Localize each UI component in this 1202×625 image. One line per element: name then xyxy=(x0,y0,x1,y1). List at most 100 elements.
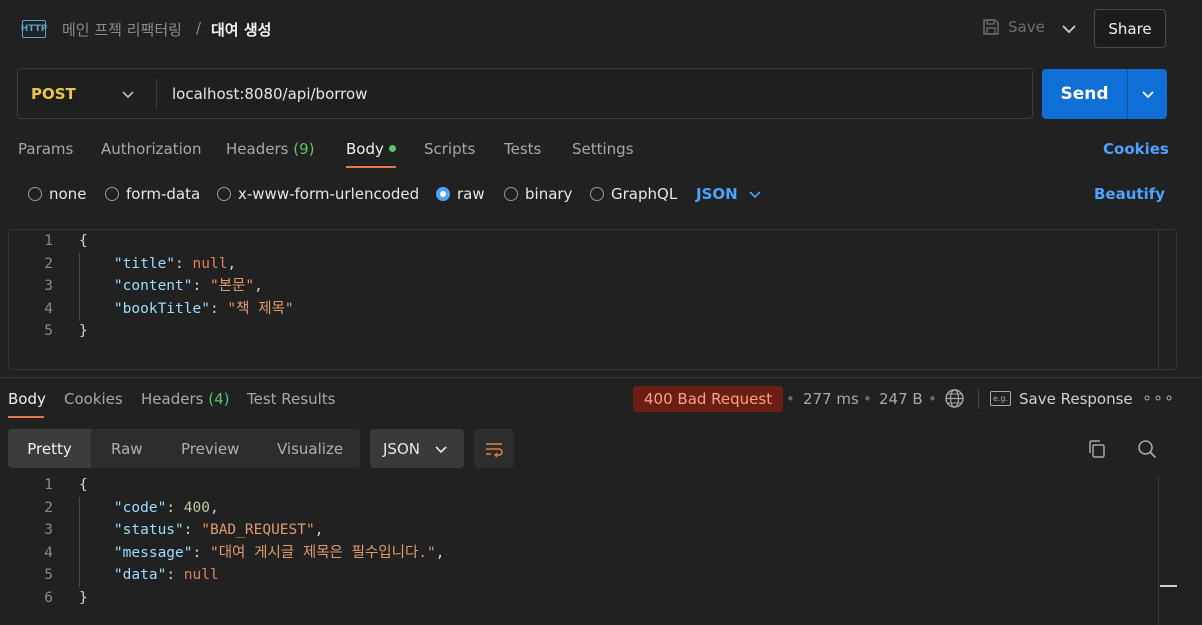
divider xyxy=(978,389,979,409)
line-number: 4 xyxy=(44,300,53,317)
http-request-icon: HTTP xyxy=(21,20,47,38)
tab-body-label: Body xyxy=(346,140,384,158)
line-number: 2 xyxy=(44,499,53,516)
code-line: } xyxy=(79,589,88,606)
editor-scrollbar[interactable] xyxy=(1158,230,1159,369)
radio-binary[interactable]: binary xyxy=(504,185,572,203)
response-headers-label: Headers xyxy=(141,390,204,408)
response-tab-headers[interactable]: Headers (4) xyxy=(141,390,229,408)
line-number: 4 xyxy=(44,544,53,561)
radio-urlencoded[interactable]: x-www-form-urlencoded xyxy=(217,185,419,203)
radio-raw[interactable]: raw xyxy=(436,185,485,203)
tab-headers[interactable]: Headers (9) xyxy=(226,140,314,158)
response-tab-body[interactable]: Body xyxy=(8,390,46,408)
radio-none[interactable]: none xyxy=(28,185,86,203)
separator-dot: • xyxy=(863,390,872,408)
response-headers-count: (4) xyxy=(208,390,230,408)
copy-icon[interactable] xyxy=(1086,438,1108,460)
more-options-icon[interactable]: ∘∘∘ xyxy=(1142,388,1175,407)
chevron-down-icon xyxy=(749,191,761,199)
save-icon xyxy=(983,19,999,35)
view-preview[interactable]: Preview xyxy=(181,429,239,468)
headers-count: (9) xyxy=(293,140,315,158)
share-button[interactable]: Share xyxy=(1094,9,1166,48)
code-line: "data": null xyxy=(113,567,219,583)
chevron-down-icon[interactable] xyxy=(1060,18,1078,40)
response-tab-cookies[interactable]: Cookies xyxy=(64,390,123,408)
tab-params[interactable]: Params xyxy=(18,140,73,158)
code-line: "content": "본문", xyxy=(113,278,263,294)
radio-circle xyxy=(217,187,231,201)
send-options-button[interactable] xyxy=(1127,69,1167,119)
active-tab-underline xyxy=(8,416,44,418)
response-size[interactable]: 247 B xyxy=(879,390,923,408)
line-number: 2 xyxy=(44,255,53,272)
chevron-down-icon xyxy=(435,445,447,453)
body-indicator-dot xyxy=(388,145,396,152)
search-icon[interactable] xyxy=(1136,438,1158,460)
radio-graphql[interactable]: GraphQL xyxy=(590,185,677,203)
body-language-label: JSON xyxy=(696,185,738,203)
tab-body[interactable]: Body xyxy=(346,140,396,158)
example-icon: e.g. xyxy=(990,391,1011,406)
radio-label: GraphQL xyxy=(611,185,678,203)
response-language-select[interactable]: JSON xyxy=(370,429,464,468)
line-number: 3 xyxy=(44,522,53,538)
save-response-button[interactable]: Save Response xyxy=(1019,390,1133,408)
code-line: "status": "BAD_REQUEST", xyxy=(113,522,324,538)
method-select[interactable]: POST xyxy=(31,85,76,103)
separator-dot: • xyxy=(786,390,795,408)
cookies-link[interactable]: Cookies xyxy=(1103,140,1169,158)
separator-dot: • xyxy=(928,390,937,408)
save-label: Save xyxy=(1008,18,1045,36)
line-number: 5 xyxy=(44,323,53,339)
chevron-down-icon xyxy=(1141,91,1154,99)
radio-circle xyxy=(504,187,518,201)
response-time[interactable]: 277 ms xyxy=(803,390,859,408)
radio-label: x-www-form-urlencoded xyxy=(238,185,420,203)
view-raw[interactable]: Raw xyxy=(111,429,143,468)
radio-label: form-data xyxy=(126,185,201,203)
line-number: 1 xyxy=(44,477,53,493)
tab-tests[interactable]: Tests xyxy=(504,140,541,158)
response-language-label: JSON xyxy=(383,439,420,458)
view-pretty[interactable]: Pretty xyxy=(8,429,91,468)
code-line: "title": null, xyxy=(113,255,237,272)
send-button[interactable]: Send xyxy=(1042,69,1127,119)
url-bar xyxy=(17,68,1033,119)
code-line: { xyxy=(79,233,88,249)
pane-splitter[interactable] xyxy=(0,377,1202,378)
radio-form-data[interactable]: form-data xyxy=(105,185,200,203)
radio-circle xyxy=(590,187,604,201)
response-code[interactable]: { "code": 400, "status": "BAD_REQUEST", … xyxy=(79,474,445,609)
status-badge[interactable]: 400 Bad Request xyxy=(633,386,784,412)
active-tab-underline xyxy=(346,166,396,168)
wrap-lines-button[interactable] xyxy=(474,429,514,468)
beautify-button[interactable]: Beautify xyxy=(1094,185,1165,203)
radio-circle-checked xyxy=(436,187,450,201)
chevron-down-icon[interactable] xyxy=(120,86,136,102)
line-number: 5 xyxy=(44,567,53,583)
radio-circle xyxy=(105,187,119,201)
divider xyxy=(156,79,157,109)
request-code[interactable]: { "title": null, "content": "본문", "bookT… xyxy=(79,230,294,343)
response-line-numbers: 1 2 3 4 5 6 xyxy=(33,474,53,609)
body-language-select[interactable]: JSON xyxy=(696,185,762,203)
response-tab-test-results[interactable]: Test Results xyxy=(247,390,335,408)
tab-settings[interactable]: Settings xyxy=(572,140,634,158)
line-number: 1 xyxy=(44,233,53,249)
breadcrumb-collection[interactable]: 메인 프젝 리팩터링 xyxy=(62,19,182,40)
tab-scripts[interactable]: Scripts xyxy=(424,140,475,158)
response-scrollbar[interactable] xyxy=(1158,476,1159,625)
save-button[interactable]: Save xyxy=(982,18,1045,36)
globe-icon[interactable] xyxy=(944,388,965,409)
breadcrumb-separator: / xyxy=(196,19,202,37)
view-visualize[interactable]: Visualize xyxy=(277,429,343,468)
request-title[interactable]: 대여 생성 xyxy=(211,19,271,40)
tab-authorization[interactable]: Authorization xyxy=(101,140,201,158)
radio-circle xyxy=(28,187,42,201)
code-line: } xyxy=(79,323,88,339)
request-line-numbers: 1 2 3 4 5 xyxy=(33,230,53,343)
url-input[interactable]: localhost:8080/api/borrow xyxy=(172,85,367,103)
code-line: "bookTitle": "책 제목" xyxy=(113,300,294,317)
